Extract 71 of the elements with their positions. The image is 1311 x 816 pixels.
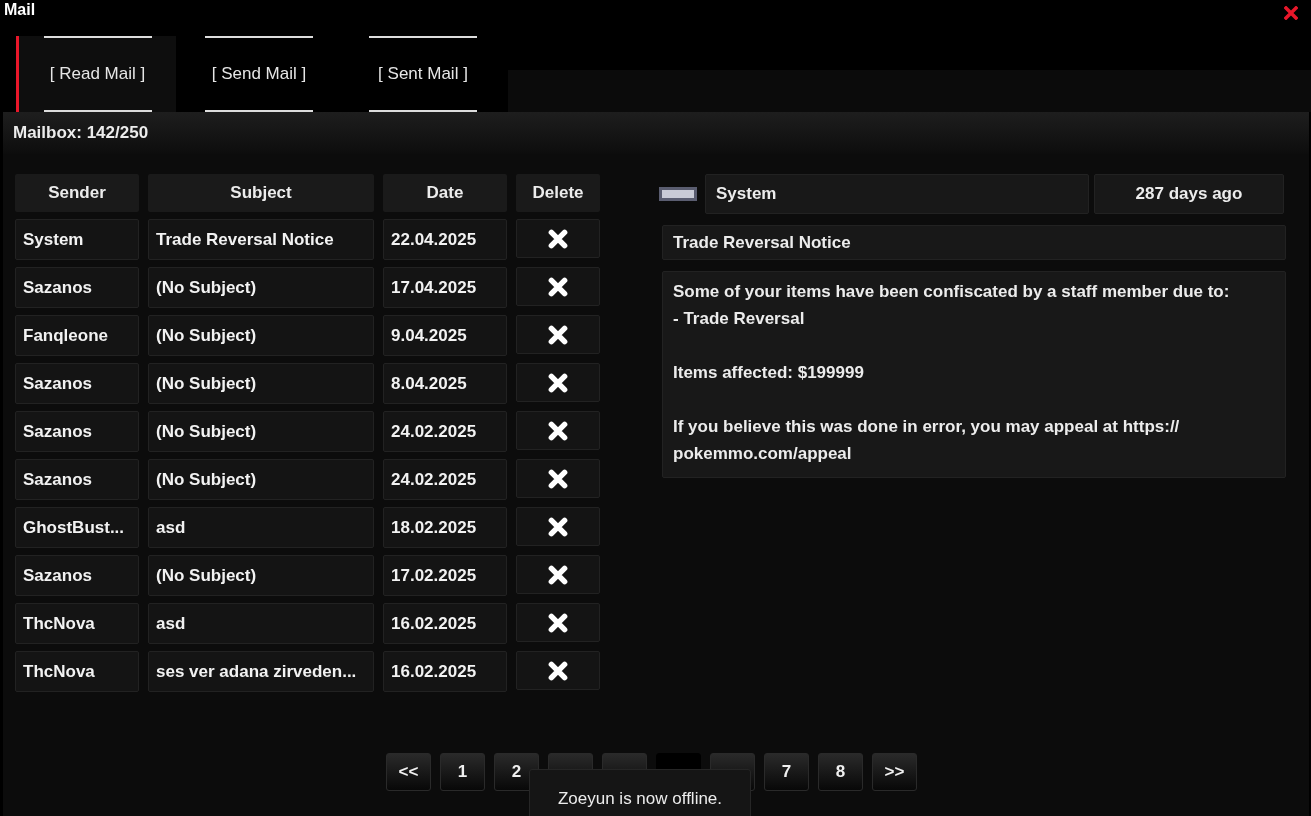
table-cell[interactable]: 16.02.2025 [383, 603, 507, 644]
table-cell[interactable]: (No Subject) [148, 315, 374, 356]
message-paragraph: Items affected: $199999 [673, 362, 865, 384]
page-button[interactable]: 1 [440, 753, 485, 791]
tab[interactable]: [ Read Mail ] [16, 36, 176, 112]
x-icon [547, 515, 569, 538]
badge-icon [658, 184, 698, 204]
table-cell[interactable]: 17.04.2025 [383, 267, 507, 308]
delete-button[interactable] [516, 411, 600, 450]
column-header: Sender [15, 174, 139, 212]
table-cell[interactable]: System [15, 219, 139, 260]
table-cell[interactable]: Sazanos [15, 267, 139, 308]
table-cell[interactable]: (No Subject) [148, 411, 374, 452]
table-cell[interactable]: 22.04.2025 [383, 219, 507, 260]
table-cell[interactable]: Sazanos [15, 411, 139, 452]
toast: Zoeyun is now offline. [529, 769, 751, 816]
table-cell[interactable]: Trade Reversal Notice [148, 219, 374, 260]
sender-field: System [705, 174, 1089, 214]
x-icon [547, 467, 569, 490]
table-cell[interactable]: 24.02.2025 [383, 411, 507, 452]
delete-button[interactable] [516, 555, 600, 594]
mailbox-count: Mailbox: 142/250 [13, 123, 149, 143]
delete-button[interactable] [516, 267, 600, 306]
table-cell[interactable]: GhostBust... [15, 507, 139, 548]
delete-button[interactable] [516, 363, 600, 402]
x-icon [547, 563, 569, 586]
x-icon [547, 371, 569, 394]
delete-button[interactable] [516, 459, 600, 498]
table-cell[interactable]: ses ver adana zirveden... [148, 651, 374, 692]
table-cell[interactable]: Fanqleone [15, 315, 139, 356]
table-cell[interactable]: Sazanos [15, 459, 139, 500]
table-cell[interactable]: Sazanos [15, 363, 139, 404]
table-cell[interactable]: 18.02.2025 [383, 507, 507, 548]
table-cell[interactable]: Sazanos [15, 555, 139, 596]
page-button[interactable]: 7 [764, 753, 809, 791]
delete-button[interactable] [516, 507, 600, 546]
close-icon[interactable] [1284, 6, 1298, 20]
delete-button[interactable] [516, 315, 600, 354]
subject-field: Trade Reversal Notice [662, 225, 1286, 260]
x-icon [547, 227, 569, 250]
table-cell[interactable]: asd [148, 603, 374, 644]
column-header: Subject [148, 174, 374, 212]
x-icon [547, 419, 569, 442]
x-icon [547, 611, 569, 634]
table-cell[interactable]: ThcNova [15, 603, 139, 644]
x-icon [547, 659, 569, 682]
table-cell[interactable]: 8.04.2025 [383, 363, 507, 404]
message-paragraph: If you believe this was done in error, you may appeal at https:// pokemmo.com/appeal [673, 416, 1181, 465]
column-header: Date [383, 174, 507, 212]
delete-button[interactable] [516, 651, 600, 690]
table-cell[interactable]: (No Subject) [148, 363, 374, 404]
window-title: Mail [4, 0, 36, 20]
table-cell[interactable]: ThcNova [15, 651, 139, 692]
x-icon [547, 275, 569, 298]
delete-button[interactable] [516, 603, 600, 642]
table-cell[interactable]: 16.02.2025 [383, 651, 507, 692]
delete-button[interactable] [516, 219, 600, 258]
page-button[interactable]: 8 [818, 753, 863, 791]
table-cell[interactable]: 17.02.2025 [383, 555, 507, 596]
table-cell[interactable]: 9.04.2025 [383, 315, 507, 356]
table-cell[interactable]: (No Subject) [148, 459, 374, 500]
page-button[interactable]: << [386, 753, 431, 791]
page-button[interactable]: >> [872, 753, 917, 791]
column-header: Delete [516, 174, 600, 212]
table-cell[interactable]: 24.02.2025 [383, 459, 507, 500]
x-icon [547, 323, 569, 346]
table-cell[interactable]: asd [148, 507, 374, 548]
time-field: 287 days ago [1094, 174, 1284, 214]
table-cell[interactable]: (No Subject) [148, 267, 374, 308]
table-cell[interactable]: (No Subject) [148, 555, 374, 596]
message-paragraph: Some of your items have been confiscated by a staff member due to: - Trade Reversal [673, 281, 1231, 330]
